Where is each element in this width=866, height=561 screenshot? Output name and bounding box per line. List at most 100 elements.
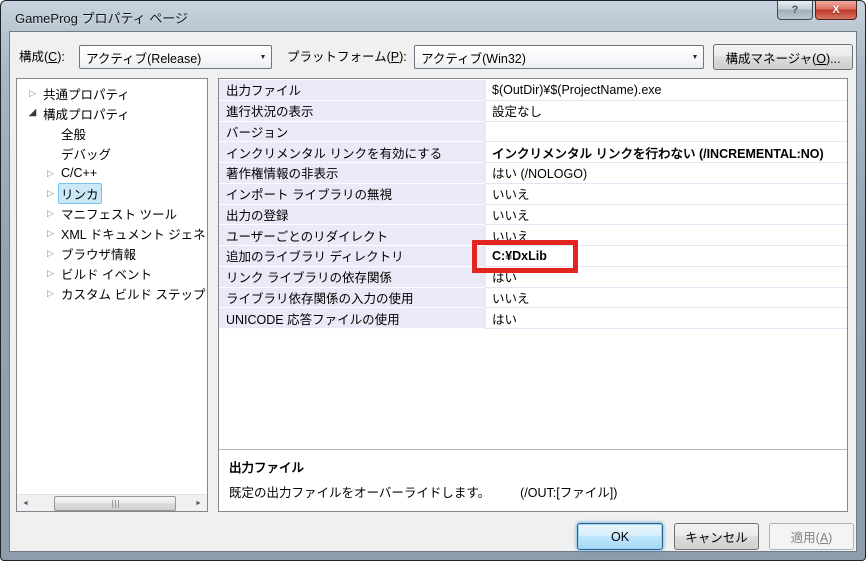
tree-collapsed-icon[interactable]: ▷ <box>43 283 58 303</box>
help-icon: ? <box>791 4 799 16</box>
property-grid: 出力ファイル $(OutDir)¥$(ProjectName).exe 進行状況の表… <box>219 80 847 329</box>
tree-item-ビルド-イベント[interactable]: ▷ ビルド イベント <box>17 263 207 283</box>
property-label: 出力の登録 <box>219 204 485 226</box>
configuration-label: 構成(C): <box>19 50 65 64</box>
configuration-dropdown[interactable]: アクティブ(Release) ▼ <box>79 45 272 69</box>
property-value[interactable]: はい <box>485 266 847 288</box>
property-value[interactable]: 設定なし <box>485 100 847 122</box>
tree-horizontal-scrollbar[interactable]: ◄ ► <box>17 494 207 511</box>
property-grid-panel: 出力ファイル $(OutDir)¥$(ProjectName).exe 進行状況の表… <box>218 78 848 512</box>
tree-item-label: 構成プロパティ <box>43 107 130 122</box>
description-text: 既定の出力ファイルをオーバーライドします。 (/OUT:[ファイル]) <box>229 486 618 500</box>
tree-expanded-icon[interactable]: ◢ <box>25 103 40 123</box>
property-value[interactable]: C:¥DxLib <box>485 246 847 267</box>
config-tree-panel: ▷ 共通プロパティ ◢ 構成プロパティ 全般 デバッグ ▷ C/C++ ▷ リンカ ▷ マニフェスト … <box>16 78 208 512</box>
config-tree: ▷ 共通プロパティ ◢ 構成プロパティ 全般 デバッグ ▷ C/C++ ▷ リンカ ▷ マニフェスト … <box>17 83 207 303</box>
tree-item-label: カスタム ビルド ステップ <box>61 287 206 302</box>
apply-button[interactable]: 適用(A) <box>769 523 854 550</box>
description-switch: (/OUT:[ファイル]) <box>520 486 618 500</box>
tree-item-構成プロパティ[interactable]: ◢ 構成プロパティ <box>17 103 207 123</box>
tree-collapsed-icon[interactable]: ▷ <box>43 243 58 263</box>
tree-item-XML-ドキュメント-ジェネ[interactable]: ▷ XML ドキュメント ジェネ <box>17 223 207 243</box>
tree-collapsed-icon[interactable]: ▷ <box>43 223 58 243</box>
configuration-dropdown-value: アクティブ(Release) <box>86 51 202 66</box>
tree-item-C/C++[interactable]: ▷ C/C++ <box>17 163 207 183</box>
scrollbar-thumb[interactable] <box>54 496 176 511</box>
help-button[interactable]: ? <box>777 1 813 20</box>
property-label: 進行状況の表示 <box>219 100 485 122</box>
property-label: ユーザーごとのリダイレクト <box>219 225 485 246</box>
property-label: バージョン <box>219 121 485 143</box>
tree-item-label: C/C++ <box>61 166 98 180</box>
tree-item-リンカ[interactable]: ▷ リンカ <box>17 182 207 204</box>
tree-collapsed-icon[interactable]: ▷ <box>43 263 58 283</box>
property-row[interactable]: インポート ライブラリの無視 いいえ <box>219 183 847 205</box>
platform-dropdown-value: アクティブ(Win32) <box>421 51 526 66</box>
tree-collapsed-icon[interactable]: ▷ <box>43 183 58 203</box>
property-row[interactable]: UNICODE 応答ファイルの使用 はい <box>219 308 847 329</box>
platform-label: プラットフォーム(P): <box>287 50 407 64</box>
description-title: 出力ファイル <box>229 461 305 475</box>
property-value[interactable]: はい (/NOLOGO) <box>485 163 847 184</box>
tree-item-label: 全般 <box>61 127 87 142</box>
property-value[interactable]: いいえ <box>485 287 847 309</box>
property-value[interactable] <box>485 121 847 143</box>
tree-item-label: ビルド イベント <box>61 267 152 282</box>
property-row[interactable]: ライブラリ依存関係の入力の使用 いいえ <box>219 287 847 309</box>
window-title: GameProg プロパティ ページ <box>15 11 189 26</box>
scroll-right-icon[interactable]: ► <box>190 495 207 511</box>
property-value[interactable]: インクリメンタル リンクを行わない (/INCREMENTAL:NO) <box>485 142 847 163</box>
tree-item-label: ブラウザ情報 <box>61 247 137 262</box>
configuration-manager-button[interactable]: 構成マネージャ(O)... <box>713 44 853 70</box>
tree-collapsed-icon[interactable]: ▷ <box>25 83 40 103</box>
cancel-button[interactable]: キャンセル <box>674 523 759 550</box>
property-row[interactable]: 進行状況の表示 設定なし <box>219 100 847 122</box>
property-label: 出力ファイル <box>219 80 485 101</box>
property-label: インクリメンタル リンクを有効にする <box>219 142 485 163</box>
tree-item-共通プロパティ[interactable]: ▷ 共通プロパティ <box>17 83 207 103</box>
property-pages-dialog: GameProg プロパティ ページ ? X 構成(C): アクティブ(Rele… <box>0 0 866 561</box>
property-label: ライブラリ依存関係の入力の使用 <box>219 287 485 309</box>
caption-buttons: ? X <box>777 1 857 20</box>
close-icon: X <box>832 4 840 16</box>
property-label: 追加のライブラリ ディレクトリ <box>219 246 485 267</box>
property-row[interactable]: 著作権情報の非表示 はい (/NOLOGO) <box>219 163 847 184</box>
property-row[interactable]: ユーザーごとのリダイレクト いいえ <box>219 225 847 246</box>
property-label: 著作権情報の非表示 <box>219 163 485 184</box>
scroll-left-icon[interactable]: ◄ <box>17 495 34 511</box>
property-label: UNICODE 応答ファイルの使用 <box>219 308 485 329</box>
tree-item-label: 共通プロパティ <box>43 87 130 102</box>
property-row[interactable]: リンク ライブラリの依存関係 はい <box>219 266 847 288</box>
property-row[interactable]: バージョン <box>219 121 847 143</box>
configuration-toolbar: 構成(C): アクティブ(Release) ▼ プラットフォーム(P): アクテ… <box>10 44 856 71</box>
property-row[interactable]: 出力ファイル $(OutDir)¥$(ProjectName).exe <box>219 80 847 101</box>
property-value[interactable]: $(OutDir)¥$(ProjectName).exe <box>485 80 847 101</box>
tree-item-マニフェスト-ツール[interactable]: ▷ マニフェスト ツール <box>17 203 207 223</box>
platform-dropdown[interactable]: アクティブ(Win32) ▼ <box>414 45 704 69</box>
titlebar[interactable]: GameProg プロパティ ページ ? X <box>1 1 865 31</box>
close-button[interactable]: X <box>815 1 857 20</box>
property-value[interactable]: いいえ <box>485 183 847 205</box>
tree-item-ブラウザ情報[interactable]: ▷ ブラウザ情報 <box>17 243 207 263</box>
tree-item-デバッグ[interactable]: デバッグ <box>17 143 207 163</box>
tree-item-label: リンカ <box>58 182 102 204</box>
tree-item-カスタム-ビルド-ステップ[interactable]: ▷ カスタム ビルド ステップ <box>17 283 207 303</box>
tree-collapsed-icon[interactable]: ▷ <box>43 163 58 183</box>
scrollbar-track[interactable] <box>34 495 190 511</box>
property-row[interactable]: 出力の登録 いいえ <box>219 204 847 226</box>
property-row[interactable]: 追加のライブラリ ディレクトリ C:¥DxLib <box>219 246 847 267</box>
tree-item-label: マニフェスト ツール <box>61 207 177 222</box>
property-label: リンク ライブラリの依存関係 <box>219 266 485 288</box>
dialog-client-area: 構成(C): アクティブ(Release) ▼ プラットフォーム(P): アクテ… <box>9 31 857 552</box>
property-description-pane: 出力ファイル 既定の出力ファイルをオーバーライドします。 (/OUT:[ファイル]… <box>219 449 847 511</box>
property-row[interactable]: インクリメンタル リンクを有効にする インクリメンタル リンクを行わない (/IN… <box>219 142 847 163</box>
property-label: インポート ライブラリの無視 <box>219 183 485 205</box>
property-value[interactable]: いいえ <box>485 225 847 246</box>
ok-button[interactable]: OK <box>577 523 663 550</box>
tree-item-label: XML ドキュメント ジェネ <box>61 227 206 242</box>
property-value[interactable]: はい <box>485 308 847 329</box>
tree-collapsed-icon[interactable]: ▷ <box>43 203 58 223</box>
tree-item-全般[interactable]: 全般 <box>17 123 207 143</box>
property-value[interactable]: いいえ <box>485 204 847 226</box>
chevron-down-icon: ▼ <box>259 53 267 61</box>
